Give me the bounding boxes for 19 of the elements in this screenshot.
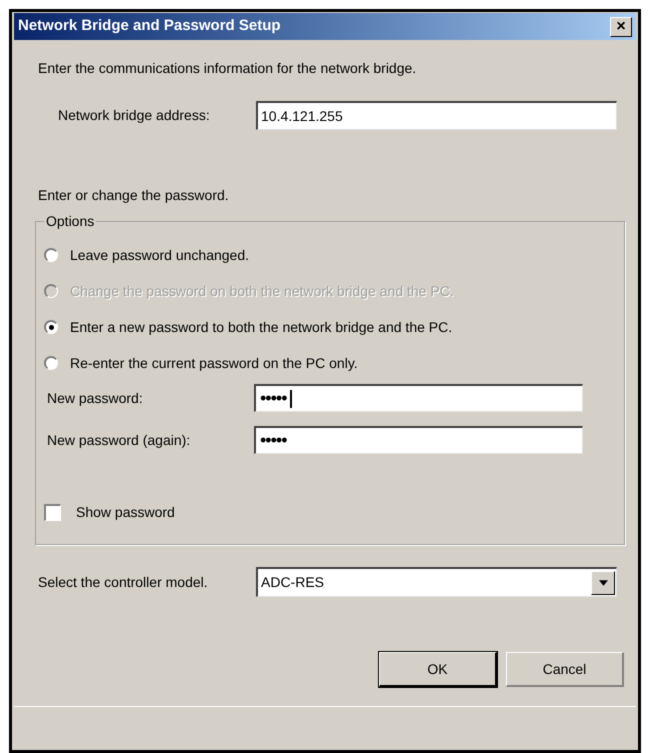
address-field[interactable]: 10.4.121.255 <box>256 101 617 130</box>
options-title: Options <box>45 212 96 231</box>
password-field[interactable]: ••••• <box>254 426 583 454</box>
radio-option[interactable]: Re-enter the current password on the PC only. <box>44 352 358 374</box>
close-button[interactable]: × <box>610 16 632 36</box>
show-password-checkbox[interactable]: Show password <box>44 502 175 523</box>
address-label: Network bridge address: <box>58 106 211 125</box>
password-label: New password: <box>47 388 144 408</box>
window-title: Network Bridge and Password Setup <box>18 16 281 36</box>
password-field[interactable]: ••••• <box>254 384 583 412</box>
radio-option[interactable]: Leave password unchanged. <box>44 244 250 266</box>
model-label: Select the controller model. <box>38 572 209 592</box>
password-label: New password (again): <box>47 430 192 450</box>
model-dropdown[interactable]: ADC-RES <box>256 567 617 597</box>
ok-button[interactable]: OK <box>379 652 497 687</box>
radio-option[interactable]: Enter a new password to both the network bridge and the PC. <box>44 316 452 338</box>
intro-text: Enter the communications information for the network bridge. <box>38 59 416 78</box>
cancel-button[interactable]: Cancel <box>506 652 624 687</box>
password-intro-text: Enter or change the password. <box>38 186 229 205</box>
